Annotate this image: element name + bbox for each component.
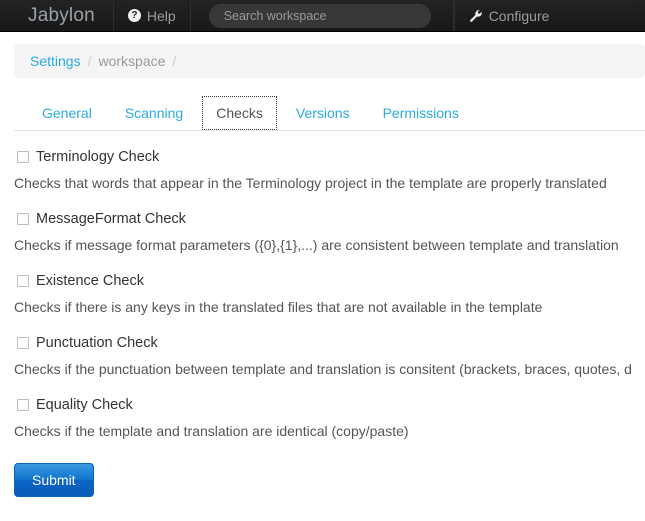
checkbox-terminology-check[interactable]	[17, 151, 29, 163]
submit-button[interactable]: Submit	[14, 463, 94, 497]
configure-link[interactable]: Configure	[469, 8, 550, 24]
check-row-messageformat[interactable]: MessageFormat Check	[14, 211, 645, 227]
question-circle-icon: ?	[128, 9, 141, 22]
breadcrumb-item-workspace: workspace	[98, 53, 165, 69]
check-group-equality: Equality Check Checks if the template an…	[14, 397, 645, 440]
help-link[interactable]: ? Help	[128, 8, 176, 24]
breadcrumb-separator-2: /	[172, 53, 176, 69]
checks-form: Terminology Check Checks that words that…	[0, 131, 645, 497]
brand-logo[interactable]: Jabylon	[0, 0, 114, 31]
checkbox-equality-check[interactable]	[17, 399, 29, 411]
breadcrumb-wrapper: Settings / workspace /	[0, 32, 645, 78]
checkbox-existence-check[interactable]	[17, 275, 29, 287]
top-navbar: Jabylon ? Help Configure	[0, 0, 645, 32]
tab-scanning[interactable]: Scanning	[111, 96, 197, 130]
check-row-terminology[interactable]: Terminology Check	[14, 149, 645, 165]
breadcrumb-item-settings[interactable]: Settings	[30, 53, 81, 69]
search-container	[191, 0, 454, 31]
check-description-terminology: Checks that words that appear in the Ter…	[14, 174, 645, 192]
check-row-existence[interactable]: Existence Check	[14, 273, 645, 289]
check-row-equality[interactable]: Equality Check	[14, 397, 645, 413]
configure-label: Configure	[489, 8, 550, 24]
breadcrumb-separator-1: /	[88, 53, 92, 69]
checkbox-messageformat-check[interactable]	[17, 213, 29, 225]
tab-checks[interactable]: Checks	[202, 96, 277, 130]
check-label-existence: Existence Check	[36, 273, 144, 289]
check-group-terminology: Terminology Check Checks that words that…	[14, 149, 645, 192]
settings-tabs: General Scanning Checks Versions Permiss…	[14, 94, 645, 131]
tab-general[interactable]: General	[28, 96, 106, 130]
help-menu-item[interactable]: ? Help	[114, 0, 191, 31]
wrench-icon	[469, 9, 483, 23]
check-description-punctuation: Checks if the punctuation between templa…	[14, 360, 645, 378]
check-label-equality: Equality Check	[36, 397, 133, 413]
check-group-punctuation: Punctuation Check Checks if the punctuat…	[14, 335, 645, 378]
tab-versions[interactable]: Versions	[282, 96, 364, 130]
check-group-existence: Existence Check Checks if there is any k…	[14, 273, 645, 316]
check-row-punctuation[interactable]: Punctuation Check	[14, 335, 645, 351]
tab-permissions[interactable]: Permissions	[369, 96, 473, 130]
configure-menu-item[interactable]: Configure	[454, 0, 564, 31]
check-description-equality: Checks if the template and translation a…	[14, 422, 645, 440]
help-label: Help	[147, 8, 176, 24]
brand-label: Jabylon	[28, 5, 95, 27]
check-description-existence: Checks if there is any keys in the trans…	[14, 298, 645, 316]
check-label-messageformat: MessageFormat Check	[36, 211, 186, 227]
check-label-punctuation: Punctuation Check	[36, 335, 158, 351]
search-input[interactable]	[209, 4, 431, 28]
check-description-messageformat: Checks if message format parameters ({0}…	[14, 236, 645, 254]
check-group-messageformat: MessageFormat Check Checks if message fo…	[14, 211, 645, 254]
breadcrumb: Settings / workspace /	[14, 44, 645, 78]
checkbox-punctuation-check[interactable]	[17, 337, 29, 349]
check-label-terminology: Terminology Check	[36, 149, 159, 165]
